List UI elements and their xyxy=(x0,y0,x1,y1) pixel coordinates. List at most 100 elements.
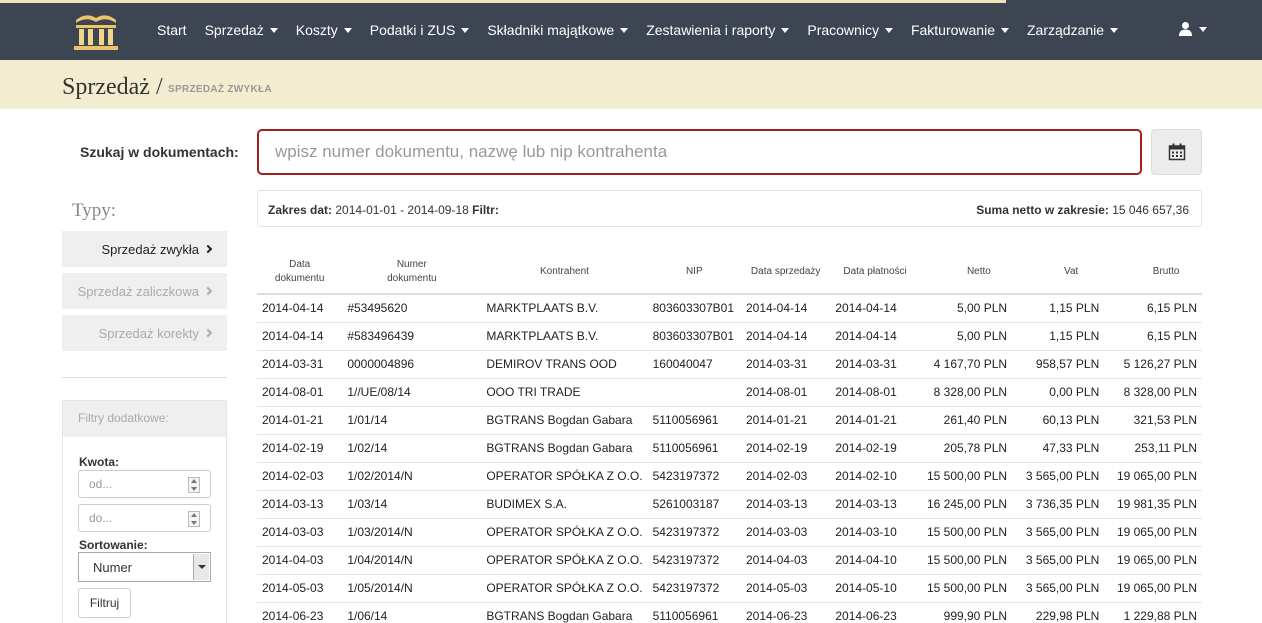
header-label: Data dokumentu xyxy=(274,258,325,284)
table-row[interactable]: 2014-04-03 1/04/2014/N OPERATOR SPÓŁKA Z O… xyxy=(257,545,1202,574)
nav-item-menu-5[interactable]: Zestawienia i raporty xyxy=(637,22,798,38)
nav-item-label: Start xyxy=(157,22,187,38)
nav-item-label: Fakturowanie xyxy=(910,22,995,38)
column-header[interactable]: Data płatności xyxy=(830,250,920,295)
number-spinner[interactable] xyxy=(188,477,200,493)
table-row[interactable]: 2014-08-01 1//UE/08/14 OOO TRI TRADE 2014-0… xyxy=(257,377,1202,406)
table-cell: 2014-01-21 xyxy=(830,405,920,434)
search-input[interactable] xyxy=(257,129,1142,175)
table-cell: 2014-01-21 xyxy=(257,405,343,434)
table-row[interactable]: 2014-03-13 1/03/14 BUDIMEX S.A. 5261003187 2… xyxy=(257,489,1202,518)
table-cell: OPERATOR SPÓŁKA Z O.O. xyxy=(481,545,648,574)
nav-item-menu-7[interactable]: Fakturowanie xyxy=(902,22,1018,38)
nav-item-menu-3[interactable]: Podatki i ZUS xyxy=(361,22,479,38)
table-row[interactable]: 2014-05-03 1/05/2014/N OPERATOR SPÓŁKA Z O… xyxy=(257,573,1202,602)
column-header[interactable]: Data sprzedaży xyxy=(740,250,831,295)
nav-item-menu-4[interactable]: Składniki majątkowe xyxy=(478,22,637,38)
table-cell: 19 981,35 PLN xyxy=(1104,489,1202,518)
table-row[interactable]: 2014-03-31 0000004896 DEMIROV TRANS OOD 160… xyxy=(257,349,1202,378)
table-cell: 15 500,00 PLN xyxy=(919,545,1013,574)
page-header: Sprzedaż / SPRZEDAŻ ZWYKŁA xyxy=(0,60,1262,109)
table-cell: 5110056961 xyxy=(647,601,741,623)
library-icon[interactable] xyxy=(70,8,122,54)
table-cell: 3 565,00 PLN xyxy=(1012,545,1105,574)
table-cell: 5423197372 xyxy=(647,573,741,602)
chevron-down-icon xyxy=(1001,28,1009,33)
table-cell: 2014-02-19 xyxy=(257,433,343,462)
column-header[interactable]: Netto xyxy=(919,250,1013,295)
apply-filter-button[interactable]: Filtruj xyxy=(78,588,131,618)
table-cell: 16 245,00 PLN xyxy=(919,489,1013,518)
table-cell: MARKTPLAATS B.V. xyxy=(481,293,648,322)
table-cell: 4 167,70 PLN xyxy=(919,349,1013,378)
filters-panel: Filtry dodatkowe: Kwota: od... do... Sor… xyxy=(62,400,227,623)
table-cell: BGTRANS Bogdan Gabara xyxy=(481,405,648,434)
table-cell: OPERATOR SPÓŁKA Z O.O. xyxy=(481,461,648,490)
nav-item-start[interactable]: Start xyxy=(148,22,196,38)
type-sprzedaz-korekty[interactable]: Sprzedaż korekty xyxy=(62,315,227,351)
table-body: 2014-04-14 #53495620 MARKTPLAATS B.V. 80360… xyxy=(257,293,1202,623)
calendar-icon xyxy=(1168,143,1185,161)
calendar-button[interactable] xyxy=(1151,129,1202,175)
sort-select[interactable]: Numer xyxy=(78,552,211,582)
nav-item-menu-2[interactable]: Koszty xyxy=(287,22,361,38)
table-cell: 8 328,00 PLN xyxy=(919,377,1013,406)
table-cell: 229,98 PLN xyxy=(1012,601,1105,623)
sidebar-divider xyxy=(62,377,227,378)
table-cell: 2014-08-01 xyxy=(830,377,920,406)
chevron-down-icon xyxy=(1199,26,1207,32)
table-cell: 3 565,00 PLN xyxy=(1012,461,1105,490)
table-row[interactable]: 2014-06-23 1/06/14 BGTRANS Bogdan Gabara 51… xyxy=(257,601,1202,623)
table-cell: 2014-03-13 xyxy=(830,489,920,518)
header-label: NIP xyxy=(685,265,703,277)
column-header[interactable]: Kontrahent xyxy=(481,250,648,295)
top-navbar: Start Sprzedaż Koszty Podatki i ZUS Składnik… xyxy=(0,0,1262,60)
type-sprzedaz-zaliczkowa[interactable]: Sprzedaż zaliczkowa xyxy=(62,273,227,309)
amount-to-placeholder: do... xyxy=(89,511,113,525)
number-spinner[interactable] xyxy=(188,511,200,527)
column-header[interactable]: NIP xyxy=(647,250,741,295)
table-header-row: Data dokumentu Numer dokumentu Kontrahen… xyxy=(257,250,1202,295)
nav-item-label: Koszty xyxy=(295,22,338,38)
column-header[interactable]: Numer dokumentu xyxy=(342,250,482,295)
column-header[interactable]: Data dokumentu xyxy=(257,250,343,295)
chevron-down-icon xyxy=(1110,28,1119,33)
table-cell: 2014-02-19 xyxy=(740,433,831,462)
user-menu[interactable] xyxy=(1178,21,1207,36)
nav-item-menu-6[interactable]: Pracownicy xyxy=(798,22,902,38)
table-row[interactable]: 2014-03-03 1/03/2014/N OPERATOR SPÓŁKA Z O… xyxy=(257,517,1202,546)
sum-value: 15 046 657,36 xyxy=(1112,203,1189,217)
table-cell: 1//UE/08/14 xyxy=(342,377,482,406)
table-row[interactable]: 2014-02-03 1/02/2014/N OPERATOR SPÓŁKA Z O… xyxy=(257,461,1202,490)
header-label: Kontrahent xyxy=(539,265,589,277)
date-range-info: Zakres dat: 2014-01-01 - 2014-09-18 Filt… xyxy=(268,203,499,217)
table-cell: 1 229,88 PLN xyxy=(1104,601,1202,623)
table-row[interactable]: 2014-04-14 #53495620 MARKTPLAATS B.V. 80360… xyxy=(257,293,1202,322)
table-cell: 2014-03-03 xyxy=(740,517,831,546)
header-label: Data sprzedaży xyxy=(750,265,821,277)
table-cell: 2014-04-03 xyxy=(740,545,831,574)
table-cell: 2014-02-03 xyxy=(257,461,343,490)
table-row[interactable]: 2014-02-19 1/02/14 BGTRANS Bogdan Gabara 51… xyxy=(257,433,1202,462)
nav-item-menu-8[interactable]: Zarządzanie xyxy=(1018,22,1127,38)
table-cell: OPERATOR SPÓŁKA Z O.O. xyxy=(481,573,648,602)
table-cell: 803603307B01 xyxy=(647,293,741,322)
amount-from-placeholder: od... xyxy=(89,477,113,491)
column-header[interactable]: Brutto xyxy=(1104,250,1202,295)
table-row[interactable]: 2014-04-14 #583496439 MARKTPLAATS B.V. 8036… xyxy=(257,321,1202,350)
table-cell xyxy=(647,377,741,406)
type-sprzedaz-zwykla[interactable]: Sprzedaż zwykła xyxy=(62,231,227,267)
column-header[interactable]: Vat xyxy=(1012,250,1105,295)
table-cell: 2014-05-03 xyxy=(257,573,343,602)
amount-from-input[interactable]: od... xyxy=(78,470,211,498)
header-label: Data płatności xyxy=(843,265,907,277)
nav-item-menu-1[interactable]: Sprzedaż xyxy=(196,22,287,38)
amount-to-input[interactable]: do... xyxy=(78,504,211,532)
table-cell: 6,15 PLN xyxy=(1104,321,1202,350)
table-cell: 6,15 PLN xyxy=(1104,293,1202,322)
chevron-down-icon xyxy=(343,28,352,33)
table-cell: 1,15 PLN xyxy=(1012,321,1105,350)
table-row[interactable]: 2014-01-21 1/01/14 BGTRANS Bogdan Gabara 51… xyxy=(257,405,1202,434)
table-cell: 5110056961 xyxy=(647,405,741,434)
user-icon xyxy=(1179,22,1192,36)
